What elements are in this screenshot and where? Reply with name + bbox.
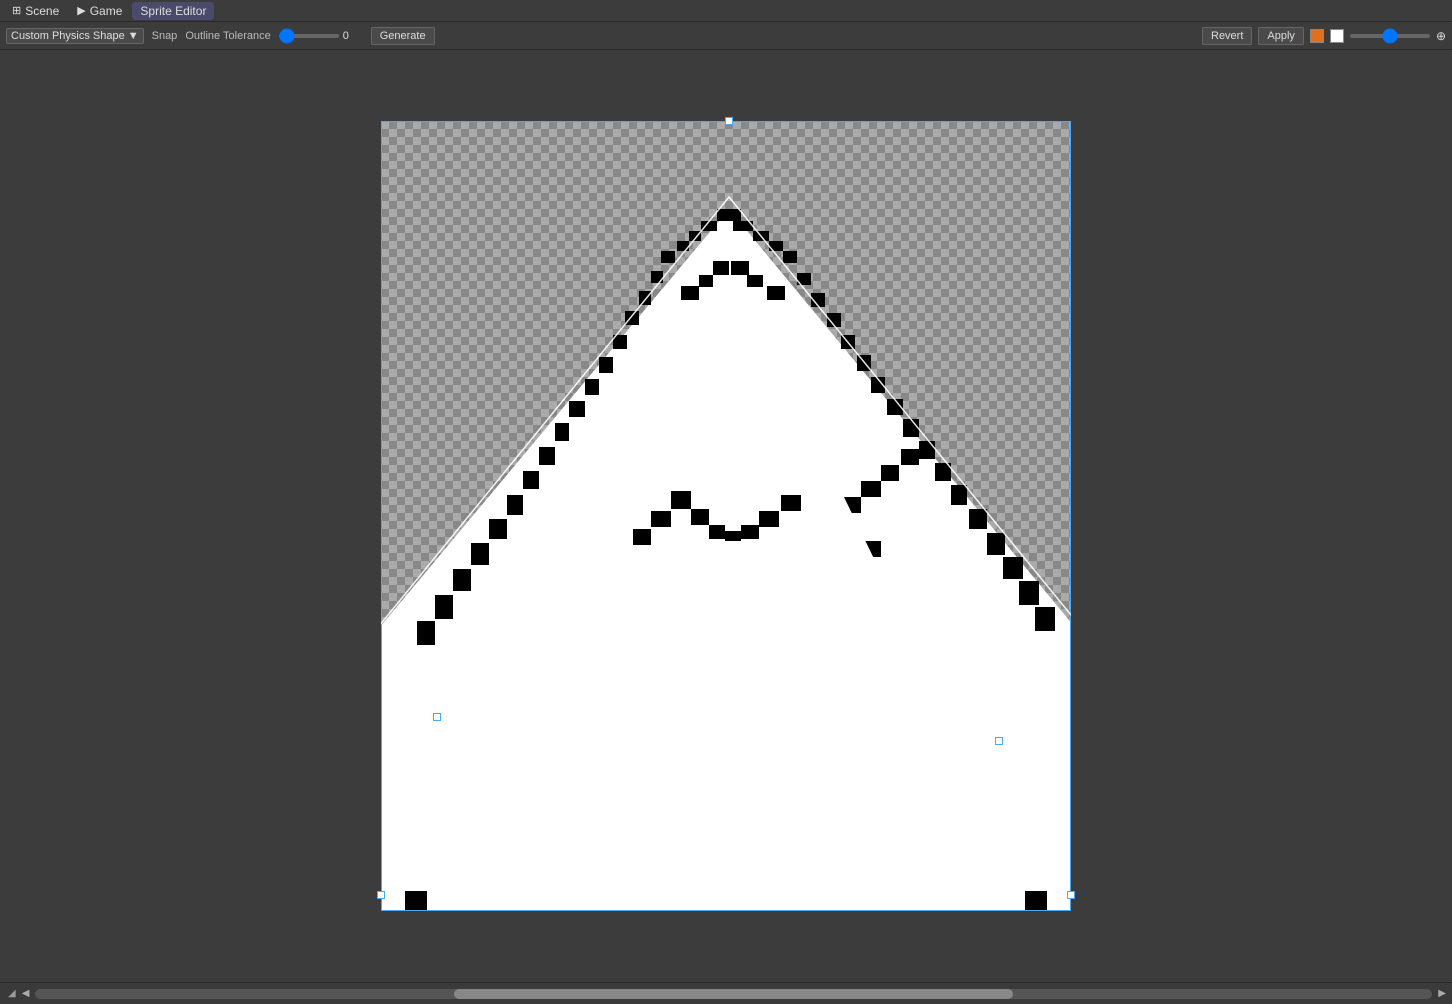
- bottom-bar: ◢ ◀ ▶: [0, 982, 1452, 1004]
- main-area: [0, 50, 1452, 982]
- scrollbar-thumb[interactable]: [454, 989, 1013, 999]
- zoom-icon: ⊕: [1436, 29, 1446, 43]
- game-label: Game: [90, 4, 123, 18]
- zoom-slider[interactable]: [1350, 34, 1430, 38]
- scene-icon: ⊞: [12, 4, 21, 17]
- generate-button[interactable]: Generate: [371, 27, 435, 45]
- menu-item-sprite-editor[interactable]: Sprite Editor: [132, 2, 214, 20]
- control-point-bottom-right[interactable]: [1067, 891, 1075, 899]
- color-swatch-orange[interactable]: [1310, 29, 1324, 43]
- control-point-top-center[interactable]: [725, 117, 733, 125]
- toolbar: Custom Physics Shape ▼ Snap Outline Tole…: [0, 22, 1452, 50]
- control-point-mid-left[interactable]: [433, 713, 441, 721]
- snap-label: Snap: [152, 30, 178, 42]
- menu-item-game[interactable]: ▶ Game: [69, 2, 130, 20]
- apply-button[interactable]: Apply: [1258, 27, 1304, 45]
- scroll-left-arrow[interactable]: ◀: [20, 988, 32, 999]
- outline-tolerance-slider-container: 0: [279, 30, 363, 42]
- custom-physics-shape-label: Custom Physics Shape: [11, 30, 125, 42]
- menu-item-scene[interactable]: ⊞ Scene: [4, 2, 67, 20]
- outline-tolerance-label: Outline Tolerance: [185, 30, 270, 42]
- control-point-mid-right[interactable]: [995, 737, 1003, 745]
- canvas-viewport[interactable]: [381, 121, 1071, 911]
- menu-bar: ⊞ Scene ▶ Game Sprite Editor: [0, 0, 1452, 22]
- control-point-bottom-left[interactable]: [377, 891, 385, 899]
- toolbar-right: Revert Apply ⊕: [1202, 27, 1446, 45]
- slider-value: 0: [343, 30, 363, 42]
- game-icon: ▶: [77, 4, 85, 17]
- scene-label: Scene: [25, 4, 59, 18]
- dropdown-arrow-icon: ▼: [128, 30, 139, 42]
- corner-resize-icon: ◢: [4, 986, 20, 1001]
- revert-button[interactable]: Revert: [1202, 27, 1252, 45]
- horizontal-scrollbar[interactable]: [35, 989, 1432, 999]
- scroll-right-arrow[interactable]: ▶: [1436, 988, 1448, 999]
- sprite-canvas: [381, 121, 1071, 911]
- outline-tolerance-slider[interactable]: [279, 34, 339, 38]
- color-swatch-white[interactable]: [1330, 29, 1344, 43]
- custom-physics-shape-dropdown[interactable]: Custom Physics Shape ▼: [6, 28, 144, 44]
- sprite-editor-label: Sprite Editor: [140, 4, 206, 18]
